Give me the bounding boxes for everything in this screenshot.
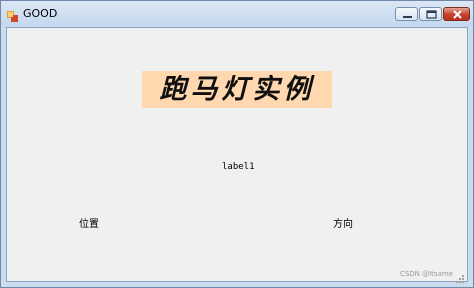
close-button[interactable] — [443, 7, 470, 21]
maximize-icon — [426, 10, 437, 19]
maximize-button[interactable] — [419, 7, 442, 21]
marquee-banner-label: 跑马灯实例 — [142, 71, 332, 108]
title-bar[interactable]: GOOD — [1, 1, 473, 27]
minimize-button[interactable] — [395, 7, 418, 21]
direction-label: 方向 — [333, 219, 353, 230]
label1: label1 — [222, 162, 255, 172]
watermark-text: CSDN @Itsame — [399, 270, 453, 278]
minimize-icon — [403, 16, 412, 18]
close-icon — [453, 10, 462, 19]
form-client-area: 跑马灯实例 label1 位置 方向 CSDN @Itsame — [6, 27, 468, 283]
window-title: GOOD — [23, 7, 58, 20]
app-icon — [7, 8, 19, 22]
resize-grip-icon[interactable] — [455, 269, 465, 283]
app-window: GOOD 跑马灯实例 label1 位置 方向 CSDN @Itsame — [0, 0, 474, 288]
position-label: 位置 — [79, 219, 99, 230]
